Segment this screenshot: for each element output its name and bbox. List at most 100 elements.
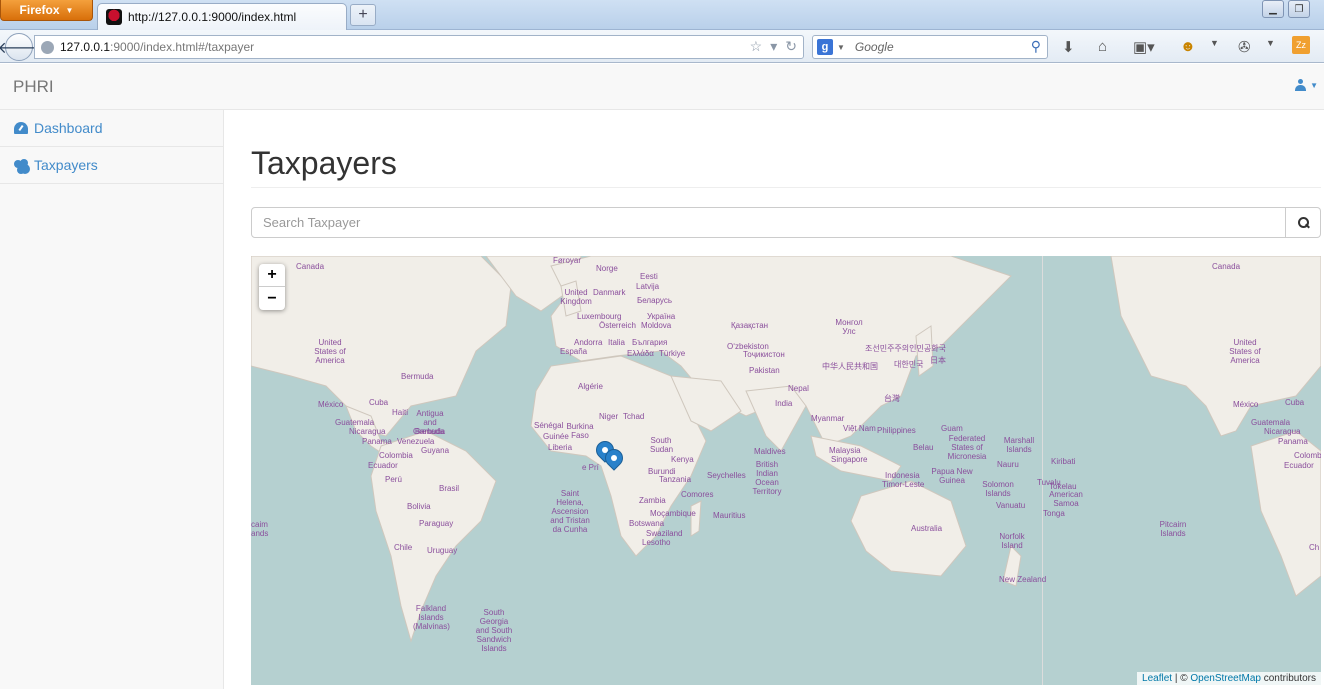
map-label: Comores xyxy=(681,490,714,499)
sidebar-item-label: Dashboard xyxy=(34,120,103,136)
map-label: Україна xyxy=(647,312,676,321)
plus-icon: + xyxy=(358,6,368,23)
map-label: 대한민국 xyxy=(894,360,924,369)
map-label: United States of America xyxy=(1229,338,1261,365)
map-land xyxy=(251,256,1321,643)
map-label: Mauritius xyxy=(713,511,746,520)
map-label: Bermuda xyxy=(401,372,434,381)
minimize-button[interactable]: ▁ xyxy=(1262,0,1284,18)
map-label: Tanzania xyxy=(659,475,692,484)
map-label: Eesti xyxy=(640,272,658,281)
map-label: Nauru xyxy=(997,460,1019,469)
map-label: Tchad xyxy=(623,412,645,421)
brand[interactable]: PHRI xyxy=(13,77,54,97)
map-label: Ελλάδα xyxy=(627,349,654,358)
map-label: Venezuela xyxy=(397,437,435,446)
search-icon xyxy=(1297,217,1309,228)
zoom-in-button[interactable]: + xyxy=(259,264,285,287)
addon-face-icon[interactable]: ☻ xyxy=(1180,38,1196,55)
attribution-suffix: contributors xyxy=(1260,673,1316,684)
addon-bug-icon[interactable]: ✇ xyxy=(1238,38,1251,56)
url-host: 127.0.0.1 xyxy=(60,40,111,54)
map-label: New Zealand xyxy=(999,575,1047,584)
new-tab-button[interactable]: + xyxy=(350,4,376,26)
bookmarks-icon[interactable]: ▣▾ xyxy=(1133,38,1155,56)
history-dropdown-icon[interactable]: ▾ xyxy=(770,38,777,55)
map-label: Burkina Faso xyxy=(566,422,594,440)
map-label: Norge xyxy=(596,264,618,273)
map-label: Zambia xyxy=(639,496,666,505)
downloads-icon[interactable]: ⬇ xyxy=(1062,38,1075,56)
map-label: Vanuatu xyxy=(996,501,1026,510)
map-label: Panama xyxy=(362,437,392,446)
maximize-button[interactable]: ❐ xyxy=(1288,0,1310,18)
back-button[interactable]: 🡐 xyxy=(0,33,40,61)
browser-search-bar[interactable]: g ▼ Google ⚲ xyxy=(812,35,1048,59)
map-label: 조선민주주의인민공화국 xyxy=(865,344,946,353)
map-label: Malaysia xyxy=(829,446,861,455)
map-label: Kenya xyxy=(671,455,694,464)
search-button[interactable] xyxy=(1286,207,1321,238)
firefox-menu-button[interactable]: Firefox ▼ xyxy=(0,0,93,21)
attribution-separator: | © xyxy=(1172,673,1191,684)
user-menu[interactable]: ▼ xyxy=(1295,79,1318,91)
dashboard-icon xyxy=(14,122,28,134)
map-label: Danmark xyxy=(593,288,626,297)
map-label: Nepal xyxy=(788,384,809,393)
map-label: United States of America xyxy=(314,338,346,365)
search-input[interactable] xyxy=(251,207,1286,238)
map-label: Ch xyxy=(1309,543,1320,552)
leaflet-link[interactable]: Leaflet xyxy=(1142,673,1172,684)
map-label: Grenada xyxy=(413,427,445,436)
map-label: Ecuador xyxy=(1284,461,1314,470)
google-icon[interactable]: g xyxy=(817,39,833,55)
map-label: Guatemala xyxy=(1251,418,1291,427)
browser-tab[interactable]: http://127.0.0.1:9000/index.html xyxy=(97,3,347,30)
map-label: Brasil xyxy=(439,484,460,493)
map-label: Cuba xyxy=(1285,398,1305,407)
map-label: 中华人民共和国 xyxy=(822,362,878,371)
zzz-addon-icon[interactable]: Zz xyxy=(1292,36,1310,54)
osm-link[interactable]: OpenStreetMap xyxy=(1190,673,1261,684)
bookmark-star-icon[interactable]: ☆ xyxy=(750,38,763,55)
engine-dropdown-icon[interactable]: ▼ xyxy=(837,43,845,52)
sidebar-item-dashboard[interactable]: Dashboard xyxy=(0,110,223,147)
map[interactable]: Canada United States of America Bermuda … xyxy=(251,256,1321,685)
map-attribution: Leaflet | © OpenStreetMap contributors xyxy=(1137,672,1321,685)
map-label: Guam xyxy=(941,424,963,433)
chevron-down-icon: ▼ xyxy=(1310,80,1318,90)
sidebar-item-taxpayers[interactable]: Taxpayers xyxy=(0,147,223,184)
url-bar[interactable]: 127.0.0.1:9000/index.html#/taxpayer ☆ ▾ … xyxy=(34,35,804,59)
map-label: Australia xyxy=(911,524,943,533)
map-label: Беларусь xyxy=(637,296,672,305)
sidebar: Dashboard Taxpayers xyxy=(0,110,224,689)
map-label: Việt Nam xyxy=(843,424,876,433)
search-icon[interactable]: ⚲ xyxy=(1031,38,1041,55)
map-label: Algérie xyxy=(578,382,603,391)
map-label: Botswana xyxy=(629,519,665,528)
map-label: Colombia xyxy=(379,451,413,460)
zoom-out-button[interactable]: − xyxy=(259,287,285,310)
map-label: Føroyar xyxy=(553,256,581,265)
map-label: España xyxy=(560,347,588,356)
map-label: Bolivia xyxy=(407,502,431,511)
map-label: Luxembourg xyxy=(577,312,622,321)
map-label: Sénégal xyxy=(534,421,564,430)
addon-dropdown-2-icon[interactable]: ▼ xyxy=(1266,38,1275,48)
url-text: 127.0.0.1:9000/index.html#/taxpayer xyxy=(60,40,254,54)
map-label: Solomon Islands xyxy=(982,480,1014,498)
map-label: Marshall Islands xyxy=(1003,436,1035,454)
addon-dropdown-icon[interactable]: ▼ xyxy=(1210,38,1219,48)
map-label: Philippines xyxy=(877,426,916,435)
map-label: Federated States of Micronesia xyxy=(947,434,987,461)
map-label: United Kingdom xyxy=(560,288,592,306)
map-label: Perú xyxy=(385,475,402,484)
map-label: India xyxy=(775,399,793,408)
map-label: Saint Helena, Ascension and Tristan da C… xyxy=(550,489,590,534)
map-label: American Samoa xyxy=(1049,490,1083,508)
map-label: Österreich xyxy=(599,321,636,330)
map-label: Indonesia xyxy=(885,471,920,480)
reload-icon[interactable]: ↻ xyxy=(785,38,797,55)
home-icon[interactable]: ⌂ xyxy=(1098,38,1107,55)
map-label: Chile xyxy=(394,543,413,552)
